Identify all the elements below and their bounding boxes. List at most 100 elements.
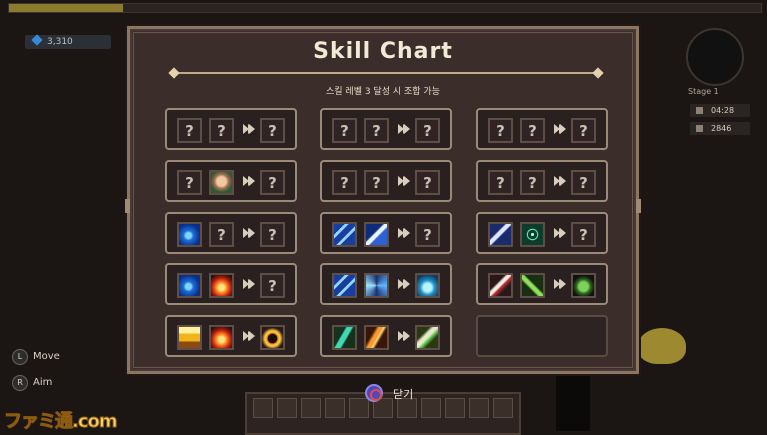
background-enemy xyxy=(638,328,686,364)
unknown-glyph: ? xyxy=(579,122,588,140)
wave-icon xyxy=(177,273,202,298)
panel-ornament-left xyxy=(125,199,130,213)
stage-label: Stage 1 xyxy=(688,87,719,96)
unknown-glyph: ? xyxy=(496,122,505,140)
recipe-cell: ?? xyxy=(165,212,297,254)
combine-arrow-icon xyxy=(404,176,410,186)
ingredient-unknown-slot: ? xyxy=(520,118,545,143)
sword-icon xyxy=(415,325,440,350)
blade-icon xyxy=(488,222,513,247)
recipe-cell-empty xyxy=(476,315,608,357)
result-unknown-slot: ? xyxy=(415,118,440,143)
minimap xyxy=(686,28,744,86)
result-unknown-slot: ? xyxy=(571,118,596,143)
unknown-glyph: ? xyxy=(579,174,588,192)
combine-arrow-icon xyxy=(249,124,255,134)
unknown-glyph: ? xyxy=(185,122,194,140)
combine-arrow-icon xyxy=(249,331,255,341)
unknown-glyph: ? xyxy=(528,122,537,140)
background-player xyxy=(556,374,590,431)
recipe-cell xyxy=(320,263,452,305)
combine-arrow-icon xyxy=(560,279,566,289)
combine-arrow-icon xyxy=(249,279,255,289)
ingredient-unknown-slot: ? xyxy=(364,118,389,143)
gem-icon xyxy=(31,34,43,46)
unknown-glyph: ? xyxy=(217,122,226,140)
swirl-icon xyxy=(364,273,389,298)
unknown-glyph: ? xyxy=(496,174,505,192)
recipe-cell: ??? xyxy=(320,108,452,150)
result-unknown-slot: ? xyxy=(260,222,285,247)
unknown-glyph: ? xyxy=(528,174,537,192)
unknown-glyph: ? xyxy=(268,174,277,192)
title-divider xyxy=(168,67,604,79)
dialog-title: Skill Chart xyxy=(313,39,453,64)
ingredient-unknown-slot: ? xyxy=(488,118,513,143)
unknown-glyph: ? xyxy=(579,226,588,244)
bomb-icon xyxy=(260,325,285,350)
unknown-glyph: ? xyxy=(268,226,277,244)
hourglass-icon xyxy=(696,107,703,114)
recipe-cell xyxy=(165,315,297,357)
ingredient-unknown-slot: ? xyxy=(488,170,513,195)
combine-arrow-icon xyxy=(404,124,410,134)
unknown-glyph: ? xyxy=(268,122,277,140)
fire-icon xyxy=(209,325,234,350)
ghost-icon xyxy=(209,170,234,195)
combine-arrow-icon xyxy=(404,331,410,341)
wave-icon xyxy=(177,222,202,247)
ingredient-unknown-slot: ? xyxy=(520,170,545,195)
timer: 04:28 xyxy=(690,104,750,117)
target-icon xyxy=(520,222,545,247)
result-unknown-slot: ? xyxy=(571,222,596,247)
goblin-icon xyxy=(571,273,596,298)
ingredient-unknown-slot: ? xyxy=(332,118,357,143)
recipe-cell: ? xyxy=(165,263,297,305)
unknown-glyph: ? xyxy=(217,226,226,244)
circle-button-icon[interactable] xyxy=(365,384,383,402)
ingredient-unknown-slot: ? xyxy=(364,170,389,195)
recipe-cell: ??? xyxy=(320,160,452,202)
xp-bar xyxy=(8,3,762,13)
slash-icon xyxy=(488,273,513,298)
fire-streak-icon xyxy=(364,325,389,350)
combine-arrow-icon xyxy=(249,176,255,186)
combine-arrow-icon xyxy=(560,124,566,134)
fire-icon xyxy=(209,273,234,298)
recipe-cell: ??? xyxy=(476,108,608,150)
combine-arrow-icon xyxy=(249,228,255,238)
recipe-cell: ??? xyxy=(165,108,297,150)
unknown-glyph: ? xyxy=(423,226,432,244)
kill-counter: 2846 xyxy=(690,122,750,135)
result-unknown-slot: ? xyxy=(260,170,285,195)
skill-chart-dialog: Skill Chart 스킬 레벨 3 달성 시 조합 가능 ?????????… xyxy=(125,26,641,374)
result-unknown-slot: ? xyxy=(415,222,440,247)
skull-icon xyxy=(696,125,703,132)
recipe-cell: ??? xyxy=(476,160,608,202)
ingredient-unknown-slot: ? xyxy=(332,170,357,195)
ice-shards-icon xyxy=(332,222,357,247)
recipe-cell: ? xyxy=(320,212,452,254)
ingredient-unknown-slot: ? xyxy=(177,118,202,143)
unknown-glyph: ? xyxy=(423,122,432,140)
result-unknown-slot: ? xyxy=(260,273,285,298)
combine-arrow-icon xyxy=(560,228,566,238)
close-label[interactable]: 닫기 xyxy=(393,386,413,402)
crystal-icon xyxy=(415,273,440,298)
result-unknown-slot: ? xyxy=(415,170,440,195)
result-unknown-slot: ? xyxy=(571,170,596,195)
yellow-icon xyxy=(177,325,202,350)
ingredient-unknown-slot: ? xyxy=(209,118,234,143)
recipe-cell: ? xyxy=(476,212,608,254)
unknown-glyph: ? xyxy=(423,174,432,192)
gem-counter: 3,310 xyxy=(25,34,111,49)
unknown-glyph: ? xyxy=(185,174,194,192)
recipe-cell xyxy=(476,263,608,305)
ingredient-unknown-slot: ? xyxy=(209,222,234,247)
unknown-glyph: ? xyxy=(372,122,381,140)
panel-ornament-right xyxy=(636,199,641,213)
unknown-glyph: ? xyxy=(340,122,349,140)
ice-shards-icon xyxy=(332,273,357,298)
unknown-glyph: ? xyxy=(340,174,349,192)
combine-arrow-icon xyxy=(404,228,410,238)
